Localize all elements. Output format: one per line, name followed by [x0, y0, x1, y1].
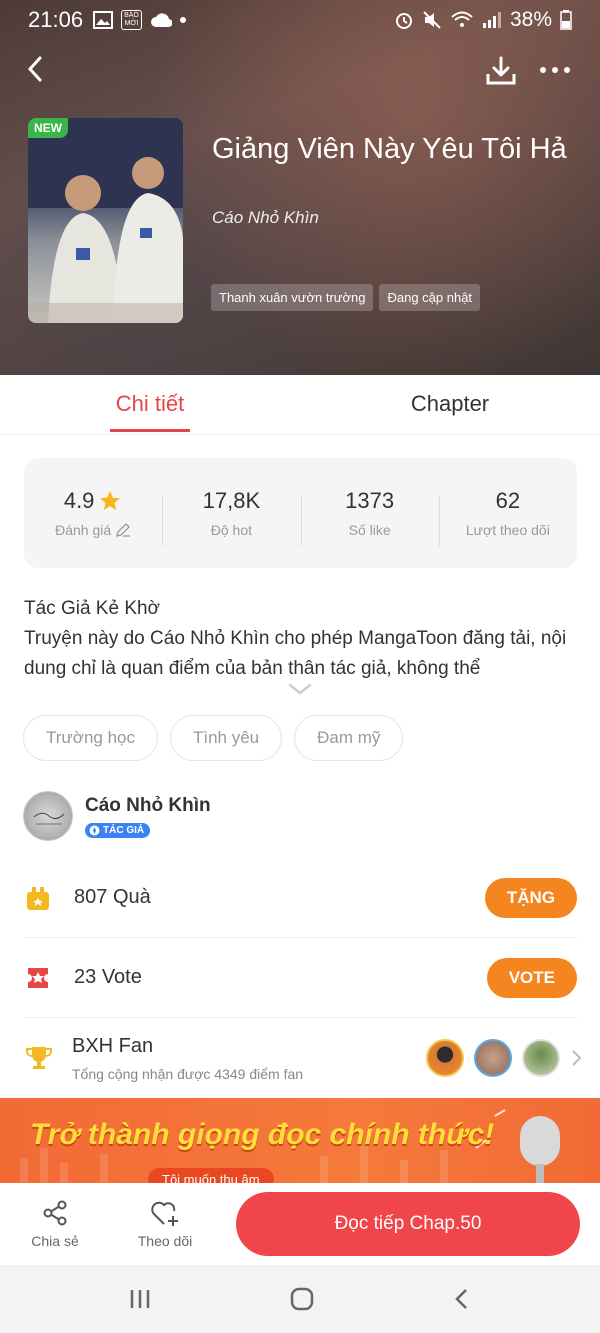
battery-text: 38%	[509, 8, 552, 31]
vote-button[interactable]: VOTE	[486, 957, 577, 998]
back-arrow-icon[interactable]	[22, 52, 52, 86]
wifi-icon	[451, 11, 473, 27]
promo-banner[interactable]: Trở thành giọng đọc chính thức! Tôi muốn…	[0, 1098, 600, 1188]
followers-value: 62	[495, 488, 521, 513]
genre-tag[interactable]: Thanh xuân vườn trường	[211, 284, 374, 311]
description-line-1: Tác Giả Kẻ Khờ	[24, 598, 161, 619]
stat-likes: 1373 Số like	[300, 488, 439, 546]
gift-count: 807 Quà	[74, 886, 151, 908]
chevron-down-icon[interactable]	[287, 682, 313, 696]
share-button[interactable]: Chia sẻ	[0, 1199, 110, 1249]
alarm-icon	[395, 13, 412, 29]
tag-bl[interactable]: Đam mỹ	[294, 715, 404, 761]
notification-dot-icon	[179, 17, 186, 23]
gallery-icon	[93, 11, 114, 29]
share-label: Chia sẻ	[31, 1233, 79, 1249]
stat-hot: 17,8K Độ hot	[162, 488, 300, 546]
stat-followers: 62 Lượt theo dõi	[438, 488, 577, 546]
followers-label: Lượt theo dõi	[465, 522, 550, 538]
avatar-sketch	[33, 812, 65, 825]
book-author[interactable]: Cáo Nhỏ Khìn	[212, 208, 319, 228]
share-icon	[43, 1200, 67, 1226]
vote-count: 23 Vote	[74, 966, 142, 988]
home-icon[interactable]	[289, 1286, 315, 1312]
bottom-action-bar: Chia sẻ Theo dõi Đọc tiếp Chap.50	[0, 1183, 600, 1265]
fan-subtitle: Tổng cộng nhận được 4349 điểm fan	[72, 1065, 304, 1082]
banner-headline: Trở thành giọng đọc chính thức!	[30, 1118, 495, 1151]
recent-apps-icon[interactable]	[128, 1287, 152, 1311]
author-badge: TÁC GIẢ	[85, 822, 151, 838]
continue-reading-button[interactable]: Đọc tiếp Chap.50	[236, 1192, 580, 1256]
fan-avatar	[426, 1039, 464, 1077]
follow-button[interactable]: Theo dõi	[110, 1199, 220, 1249]
tab-details[interactable]: Chi tiết	[0, 375, 300, 434]
cloud-icon	[150, 13, 172, 28]
status-time: 21:06	[28, 7, 84, 32]
fan-avatars	[426, 1039, 584, 1077]
signal-icon	[482, 12, 501, 28]
likes-value: 1373	[345, 488, 395, 513]
system-nav-bar	[0, 1265, 600, 1333]
star-icon	[100, 491, 121, 510]
rating-label: Đánh giá	[55, 522, 112, 538]
hot-label: Độ hot	[210, 522, 252, 538]
new-badge: NEW	[28, 118, 68, 138]
stat-rating[interactable]: 4.9 Đánh giá	[24, 488, 162, 538]
battery-icon	[560, 10, 572, 30]
tab-bar: Chi tiết Chapter	[0, 375, 600, 435]
hot-value: 17,8K	[202, 488, 261, 513]
author-avatar[interactable]	[23, 791, 73, 841]
vote-row: 23 Vote VOTE	[24, 938, 577, 1018]
fan-ranking-row[interactable]: BXH Fan Tổng cộng nhận được 4349 điểm fa…	[24, 1020, 584, 1096]
likes-label: Số like	[348, 522, 391, 538]
system-back-icon[interactable]	[452, 1287, 472, 1311]
news-badge-icon: BÁO MỚI	[121, 10, 142, 30]
heart-plus-icon	[151, 1201, 178, 1226]
fan-title: BXH Fan	[72, 1034, 154, 1057]
more-options-icon[interactable]	[540, 60, 580, 80]
description-line-2: Truyện này do Cáo Nhỏ Khìn cho phép Mang…	[24, 628, 567, 679]
status-tag: Đang cập nhật	[379, 284, 481, 311]
author-row[interactable]: Cáo Nhỏ Khìn TÁC GIẢ	[23, 790, 583, 842]
tag-school[interactable]: Trường học	[23, 715, 158, 761]
vote-ticket-icon	[28, 967, 48, 988]
status-bar: 21:06 BÁO MỚI 38%	[0, 0, 600, 40]
rating-value: 4.9	[63, 488, 95, 513]
description[interactable]: Tác Giả Kẻ Khờ Truyện này do Cáo Nhỏ Khì…	[24, 594, 584, 684]
cover-art	[28, 118, 183, 323]
fan-avatar	[474, 1039, 512, 1077]
chevron-right-icon	[572, 1050, 582, 1066]
edit-pencil-icon[interactable]	[115, 522, 131, 538]
tab-chapter[interactable]: Chapter	[300, 375, 600, 434]
mute-icon	[423, 11, 441, 29]
gift-row: 807 Quà TẶNG	[24, 858, 577, 938]
fan-avatar	[522, 1039, 560, 1077]
author-name: Cáo Nhỏ Khìn	[85, 794, 211, 816]
gift-icon	[27, 886, 49, 910]
tag-list: Trường học Tình yêu Đam mỹ	[23, 715, 404, 761]
trophy-icon	[26, 1047, 52, 1069]
gift-button[interactable]: TẶNG	[484, 877, 577, 918]
book-cover: NEW	[28, 118, 183, 323]
genre-tags: Thanh xuân vườn trường Đang cập nhật	[211, 284, 481, 311]
header-hero: 21:06 BÁO MỚI 38% NEW Giảng Viên Này Yêu…	[0, 0, 600, 375]
book-title: Giảng Viên Này Yêu Tôi Hả	[212, 133, 567, 165]
tag-love[interactable]: Tình yêu	[169, 715, 283, 761]
stats-card: 4.9 Đánh giá 17,8K Độ hot 1373 Số like 6…	[24, 458, 577, 568]
follow-label: Theo dõi	[137, 1233, 193, 1249]
download-icon[interactable]	[484, 54, 518, 88]
verified-icon	[89, 825, 100, 835]
